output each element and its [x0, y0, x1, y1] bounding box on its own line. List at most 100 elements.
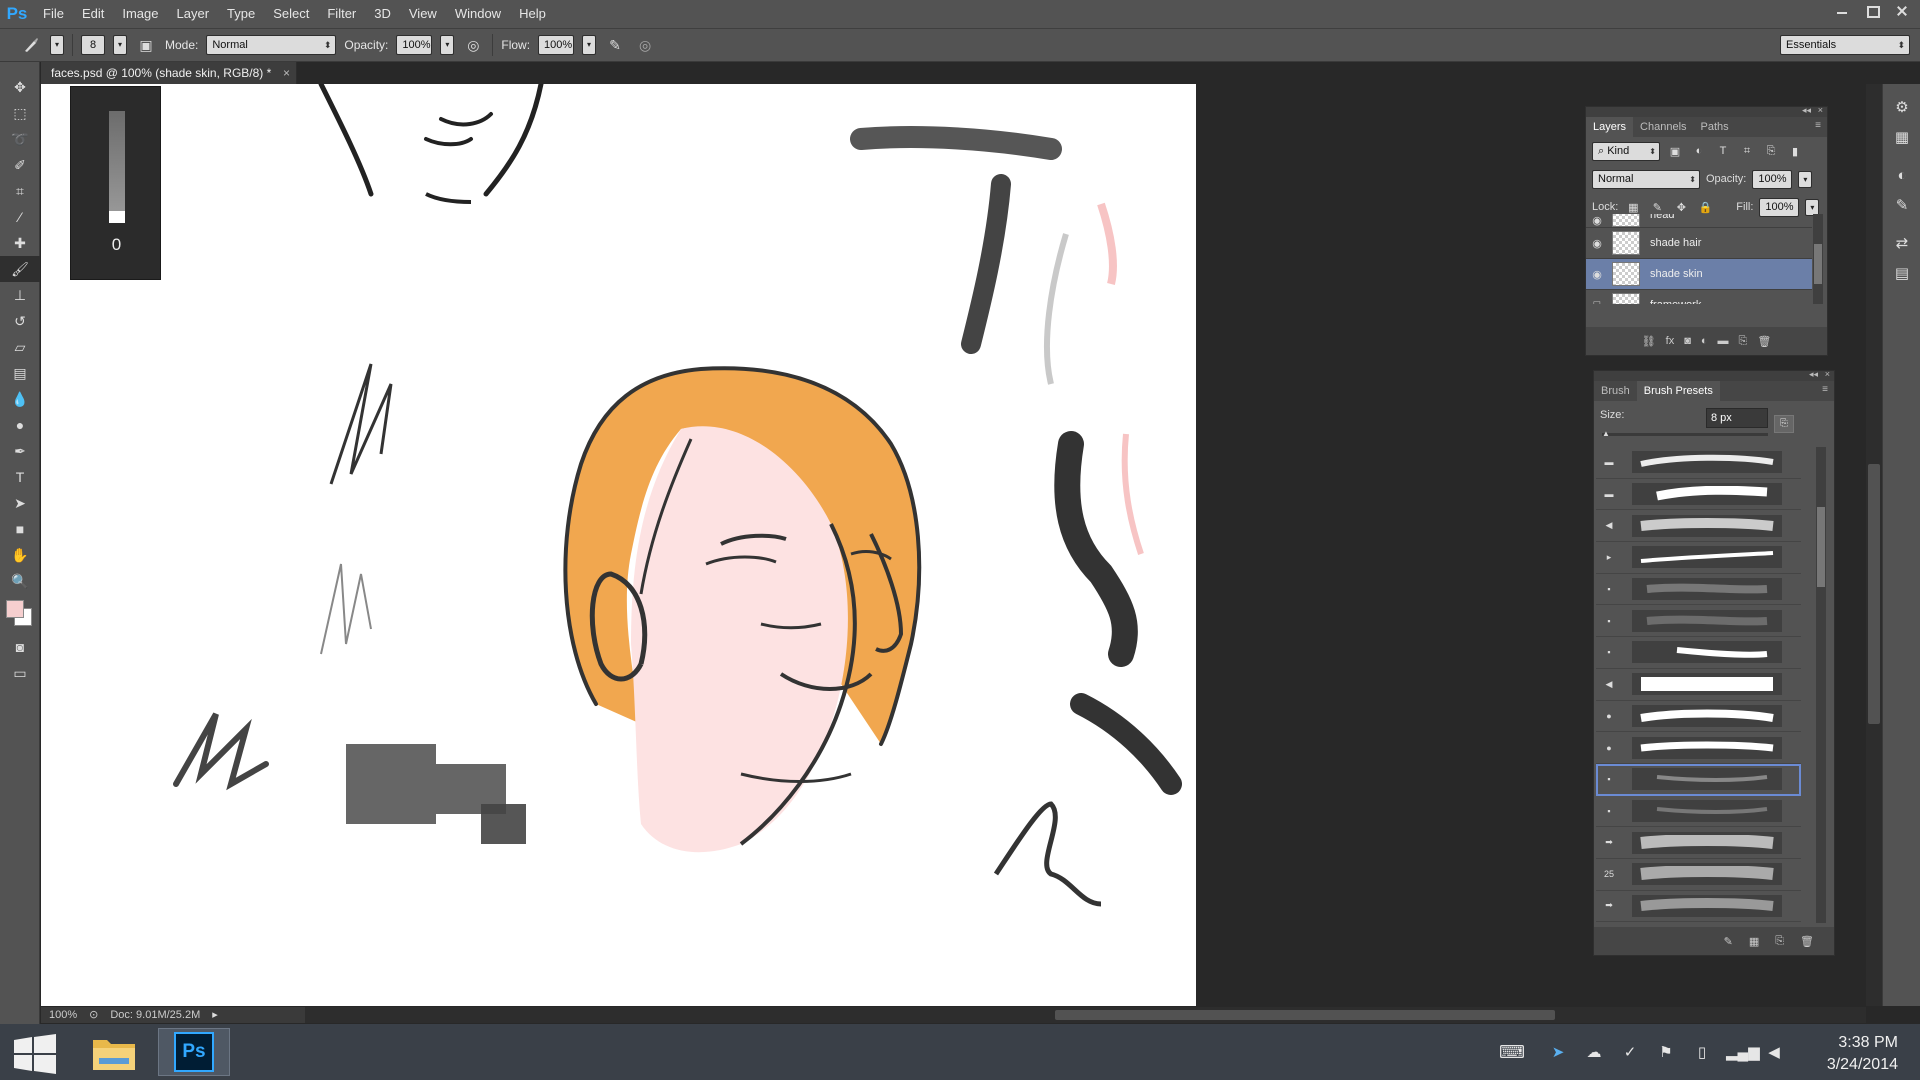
- menu-image[interactable]: Image: [113, 0, 167, 28]
- new-brush-preset-button[interactable]: ⎘: [1774, 415, 1794, 433]
- tab-paths[interactable]: Paths: [1694, 117, 1736, 137]
- photoshop-taskbar-button[interactable]: Ps: [158, 1028, 230, 1076]
- menu-filter[interactable]: Filter: [318, 0, 365, 28]
- history-panel-icon[interactable]: ⚙: [1883, 92, 1920, 122]
- layer-row-shade-hair[interactable]: ◉ shade hair: [1586, 228, 1812, 259]
- brush-tool-preset-icon[interactable]: [20, 34, 42, 56]
- brush-preset-item[interactable]: ▸: [1596, 542, 1801, 574]
- menu-type[interactable]: Type: [218, 0, 264, 28]
- filter-pixel-icon[interactable]: ▣: [1666, 142, 1684, 160]
- pressure-size-icon[interactable]: ◎: [634, 34, 656, 56]
- type-icon[interactable]: T: [0, 464, 40, 490]
- brush-panel-toggle-icon[interactable]: ▣: [135, 34, 157, 56]
- healing-icon[interactable]: ✚: [0, 230, 40, 256]
- menu-help[interactable]: Help: [510, 0, 555, 28]
- panel-menu-icon[interactable]: ≡: [1822, 384, 1828, 395]
- brush-preset-item[interactable]: ▪: [1596, 796, 1801, 828]
- filter-type-icon[interactable]: T: [1714, 142, 1732, 160]
- horizontal-scroll-thumb[interactable]: [1055, 1010, 1555, 1020]
- panel-close-icon[interactable]: ×: [1825, 369, 1830, 379]
- brush-list-scroll-thumb[interactable]: [1817, 507, 1825, 587]
- layer-opacity-dropdown[interactable]: ▾: [1798, 170, 1813, 188]
- power-icon[interactable]: ▯: [1690, 1043, 1714, 1061]
- file-explorer-taskbar-button[interactable]: [78, 1028, 150, 1076]
- layer-row-framework[interactable]: □ framework: [1586, 290, 1812, 304]
- zoom-level[interactable]: 100%: [49, 1007, 77, 1023]
- brush-preset-item[interactable]: ▪: [1596, 605, 1801, 638]
- close-icon[interactable]: [1894, 4, 1910, 18]
- pen-icon[interactable]: ✒: [0, 438, 40, 464]
- brush-size-slider-knob[interactable]: ▲: [1602, 429, 1610, 438]
- marquee-icon[interactable]: ⬚: [0, 100, 40, 126]
- vertical-scrollbar[interactable]: [1866, 84, 1882, 1006]
- foreground-color-swatch[interactable]: [6, 600, 24, 618]
- tab-channels[interactable]: Channels: [1633, 117, 1693, 137]
- new-layer-icon[interactable]: ⎘: [1739, 335, 1748, 348]
- menu-view[interactable]: View: [400, 0, 446, 28]
- canvas[interactable]: [41, 84, 1196, 1006]
- flag-icon[interactable]: ⚑: [1654, 1043, 1678, 1061]
- gradient-icon[interactable]: ▤: [0, 360, 40, 386]
- brush-preset-item[interactable]: ◀: [1596, 510, 1801, 543]
- brush-preset-item[interactable]: ➡: [1596, 891, 1801, 923]
- add-mask-icon[interactable]: ◙: [1684, 335, 1691, 347]
- brush-preset-item[interactable]: ●: [1596, 701, 1801, 733]
- cloud-icon[interactable]: ☁: [1582, 1043, 1606, 1061]
- visibility-off-icon[interactable]: □: [1586, 299, 1608, 304]
- signal-icon[interactable]: ▂▄▆: [1726, 1043, 1760, 1061]
- swatches-panel-icon[interactable]: ▦: [1883, 122, 1920, 152]
- stamp-icon[interactable]: ⊥: [0, 282, 40, 308]
- hand-icon[interactable]: ✋: [0, 542, 40, 568]
- menu-layer[interactable]: Layer: [168, 0, 219, 28]
- brush-preset-item[interactable]: ◀: [1596, 669, 1801, 701]
- blend-mode-select[interactable]: Normal ⬍: [1592, 169, 1700, 189]
- airbrush-icon[interactable]: ✎: [604, 34, 626, 56]
- brush-picker-dropdown[interactable]: ▾: [113, 35, 127, 55]
- filter-shape-icon[interactable]: ⌗: [1738, 142, 1756, 160]
- delete-layer-icon[interactable]: 🗑: [1757, 335, 1771, 348]
- visibility-eye-icon[interactable]: ◉: [1586, 268, 1608, 281]
- tab-brush-presets[interactable]: Brush Presets: [1636, 381, 1720, 401]
- tab-brush[interactable]: Brush: [1594, 381, 1637, 401]
- brush-picker[interactable]: 8: [81, 35, 105, 55]
- layer-filter-select[interactable]: ⌕ Kind ⬍: [1592, 141, 1660, 161]
- volume-icon[interactable]: ◀: [1762, 1043, 1786, 1061]
- link-layers-icon[interactable]: ⛓: [1642, 335, 1656, 348]
- telegram-icon[interactable]: ➤: [1546, 1043, 1570, 1061]
- new-group-icon[interactable]: ▬: [1718, 335, 1729, 347]
- pressure-opacity-icon[interactable]: ◎: [462, 34, 484, 56]
- layer-opacity-input[interactable]: 100%: [1752, 169, 1793, 189]
- flow-dropdown[interactable]: ▾: [582, 35, 597, 55]
- collapse-icon[interactable]: ◂◂: [1802, 105, 1811, 116]
- actions-panel-icon[interactable]: ⇄: [1883, 228, 1920, 258]
- brush-preset-item[interactable]: ▬: [1596, 479, 1801, 511]
- brush-preset-item-selected[interactable]: ▪: [1596, 763, 1801, 796]
- brush-preset-item[interactable]: ➡: [1596, 827, 1801, 859]
- flow-input[interactable]: 100%: [538, 35, 575, 55]
- menu-file[interactable]: File: [34, 0, 73, 28]
- screen-mode-icon[interactable]: ▭: [0, 660, 40, 686]
- blur-icon[interactable]: 💧: [0, 386, 40, 412]
- restore-icon[interactable]: [1864, 4, 1880, 18]
- brush-size-slider[interactable]: [1602, 433, 1768, 436]
- menu-select[interactable]: Select: [264, 0, 318, 28]
- filter-smart-object-icon[interactable]: ⎘: [1762, 142, 1780, 160]
- eyedropper-icon[interactable]: ⁄: [0, 204, 40, 230]
- vertical-scroll-thumb[interactable]: [1868, 464, 1880, 724]
- delete-brush-icon[interactable]: 🗑: [1800, 935, 1814, 948]
- styles-panel-icon[interactable]: ✎: [1883, 190, 1920, 220]
- brush-preset-item[interactable]: 25: [1596, 859, 1801, 891]
- new-adjustment-icon[interactable]: ◐: [1701, 335, 1708, 347]
- properties-panel-icon[interactable]: ▤: [1883, 258, 1920, 288]
- horizontal-scrollbar[interactable]: [305, 1007, 1866, 1023]
- adjustments-panel-icon[interactable]: ◐: [1883, 160, 1920, 190]
- brush-preset-item[interactable]: ▪: [1596, 574, 1801, 606]
- filter-toggle-icon[interactable]: ▮: [1786, 142, 1804, 160]
- crop-icon[interactable]: ⌗: [0, 178, 40, 204]
- panel-menu-icon[interactable]: ≡: [1815, 120, 1821, 131]
- windows-start-icon[interactable]: [12, 1034, 58, 1074]
- menu-window[interactable]: Window: [446, 0, 510, 28]
- toggle-brush-panel-icon[interactable]: ✎: [1724, 935, 1733, 948]
- history-brush-icon[interactable]: ↺: [0, 308, 40, 334]
- brush-preset-item[interactable]: ▬: [1596, 447, 1801, 479]
